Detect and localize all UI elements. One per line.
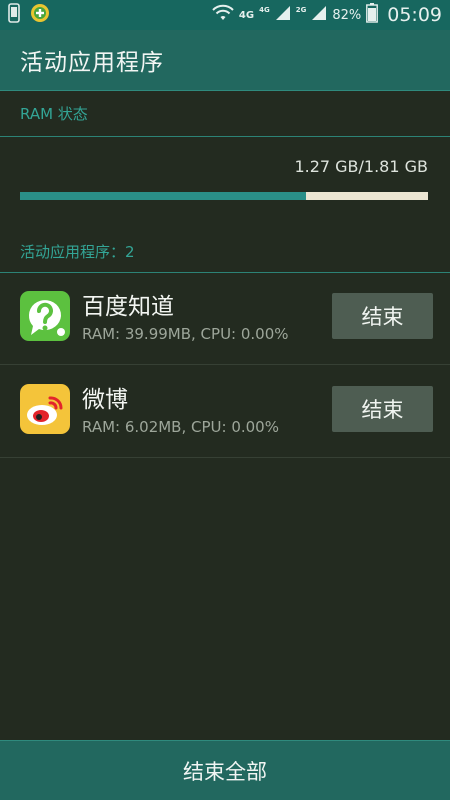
baidu-zhidao-icon — [20, 291, 70, 341]
status-bar: 4G 4G 2G 82% 05:09 — [0, 0, 450, 30]
ram-section-header: RAM 状态 — [0, 91, 450, 137]
active-apps-header: 活动应用程序：2 — [0, 231, 450, 273]
app-bar: 活动应用程序 — [0, 30, 450, 91]
clock: 05:09 — [387, 4, 442, 26]
app-resource-usage: RAM: 6.02MB, CPU: 0.00% — [82, 418, 279, 436]
battery-icon — [366, 3, 379, 27]
ram-usage-text: 1.27 GB/1.81 GB — [294, 157, 428, 176]
notification-app-icon — [30, 3, 50, 27]
network-type-2g: 2G — [295, 6, 307, 14]
app-row: 微博 RAM: 6.02MB, CPU: 0.00% 结束 — [0, 366, 450, 458]
end-app-button[interactable]: 结束 — [332, 293, 433, 339]
app-row: 百度知道 RAM: 39.99MB, CPU: 0.00% 结束 — [0, 273, 450, 365]
active-apps-label: 活动应用程序：2 — [20, 243, 135, 261]
wifi-icon — [212, 4, 234, 26]
signal-icon-secondary — [311, 5, 327, 25]
phone-icon — [8, 3, 20, 27]
network-type-4g-secondary: 4G — [259, 6, 270, 14]
end-all-button[interactable]: 结束全部 — [0, 740, 450, 800]
weibo-icon — [20, 384, 70, 434]
battery-percentage: 82% — [332, 7, 362, 23]
app-name: 百度知道 — [82, 294, 174, 320]
end-app-button[interactable]: 结束 — [332, 386, 433, 432]
ram-progress-fill — [20, 192, 306, 200]
app-resource-usage: RAM: 39.99MB, CPU: 0.00% — [82, 325, 289, 343]
network-type-4g: 4G — [238, 9, 255, 21]
signal-icon — [275, 5, 291, 25]
ram-section-label: RAM 状态 — [20, 105, 88, 123]
ram-progress-bar — [20, 192, 428, 200]
app-name: 微博 — [82, 387, 128, 413]
page-title: 活动应用程序 — [20, 50, 164, 76]
